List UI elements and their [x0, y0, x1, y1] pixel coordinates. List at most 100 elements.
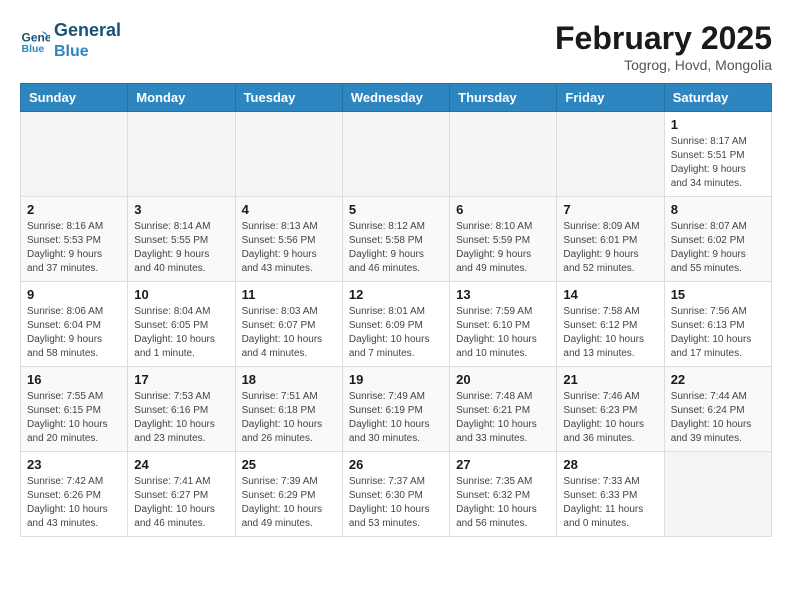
location-subtitle: Togrog, Hovd, Mongolia	[555, 57, 772, 73]
week-row-2: 2 Sunrise: 8:16 AM Sunset: 5:53 PM Daylig…	[21, 197, 772, 282]
day-number: 27	[456, 457, 550, 472]
logo-general: General	[54, 20, 121, 42]
calendar-cell: 9 Sunrise: 8:06 AM Sunset: 6:04 PM Daylig…	[21, 282, 128, 367]
day-number: 6	[456, 202, 550, 217]
day-number: 15	[671, 287, 765, 302]
calendar-cell: 22 Sunrise: 7:44 AM Sunset: 6:24 PM Dayli…	[664, 367, 771, 452]
day-info: Sunrise: 7:56 AM Sunset: 6:13 PM Dayligh…	[671, 305, 765, 361]
calendar-cell: 13 Sunrise: 7:59 AM Sunset: 6:10 PM Dayli…	[450, 282, 557, 367]
day-number: 10	[134, 287, 228, 302]
day-number: 20	[456, 372, 550, 387]
day-info: Sunrise: 7:51 AM Sunset: 6:18 PM Dayligh…	[242, 390, 336, 446]
weekday-header-row: SundayMondayTuesdayWednesdayThursdayFrid…	[21, 84, 772, 112]
calendar-cell: 2 Sunrise: 8:16 AM Sunset: 5:53 PM Daylig…	[21, 197, 128, 282]
calendar-cell: 18Sunrise: 7:51 AM Sunset: 6:18 PM Dayli…	[235, 367, 342, 452]
calendar-cell: 27 Sunrise: 7:35 AM Sunset: 6:32 PM Dayli…	[450, 452, 557, 537]
logo-icon: General Blue	[20, 25, 50, 55]
day-info: Sunrise: 8:04 AM Sunset: 6:05 PM Dayligh…	[134, 305, 228, 361]
calendar-cell: 7 Sunrise: 8:09 AM Sunset: 6:01 PM Daylig…	[557, 197, 664, 282]
calendar-cell: 4 Sunrise: 8:13 AM Sunset: 5:56 PM Daylig…	[235, 197, 342, 282]
day-number: 24	[134, 457, 228, 472]
day-info: Sunrise: 8:13 AM Sunset: 5:56 PM Dayligh…	[242, 220, 336, 276]
calendar-cell	[21, 112, 128, 197]
day-number: 12	[349, 287, 443, 302]
week-row-4: 16 Sunrise: 7:55 AM Sunset: 6:15 PM Dayli…	[21, 367, 772, 452]
weekday-header-friday: Friday	[557, 84, 664, 112]
weekday-header-saturday: Saturday	[664, 84, 771, 112]
day-info: Sunrise: 7:37 AM Sunset: 6:30 PM Dayligh…	[349, 475, 443, 531]
day-number: 2	[27, 202, 121, 217]
day-info: Sunrise: 8:10 AM Sunset: 5:59 PM Dayligh…	[456, 220, 550, 276]
day-info: Sunrise: 8:09 AM Sunset: 6:01 PM Dayligh…	[563, 220, 657, 276]
calendar-cell: 24 Sunrise: 7:41 AM Sunset: 6:27 PM Dayli…	[128, 452, 235, 537]
weekday-header-wednesday: Wednesday	[342, 84, 449, 112]
calendar-cell: 28Sunrise: 7:33 AM Sunset: 6:33 PM Dayli…	[557, 452, 664, 537]
day-info: Sunrise: 7:49 AM Sunset: 6:19 PM Dayligh…	[349, 390, 443, 446]
calendar-cell	[235, 112, 342, 197]
calendar-cell: 11 Sunrise: 8:03 AM Sunset: 6:07 PM Dayli…	[235, 282, 342, 367]
day-number: 23	[27, 457, 121, 472]
day-info: Sunrise: 7:59 AM Sunset: 6:10 PM Dayligh…	[456, 305, 550, 361]
day-info: Sunrise: 7:33 AM Sunset: 6:33 PM Dayligh…	[563, 475, 657, 531]
day-info: Sunrise: 8:07 AM Sunset: 6:02 PM Dayligh…	[671, 220, 765, 276]
day-info: Sunrise: 8:03 AM Sunset: 6:07 PM Dayligh…	[242, 305, 336, 361]
calendar-cell: 15 Sunrise: 7:56 AM Sunset: 6:13 PM Dayli…	[664, 282, 771, 367]
day-number: 21	[563, 372, 657, 387]
logo-blue: Blue	[54, 42, 121, 61]
day-info: Sunrise: 8:01 AM Sunset: 6:09 PM Dayligh…	[349, 305, 443, 361]
calendar-cell: 8 Sunrise: 8:07 AM Sunset: 6:02 PM Daylig…	[664, 197, 771, 282]
calendar-cell: 10 Sunrise: 8:04 AM Sunset: 6:05 PM Dayli…	[128, 282, 235, 367]
day-info: Sunrise: 7:41 AM Sunset: 6:27 PM Dayligh…	[134, 475, 228, 531]
calendar-cell	[342, 112, 449, 197]
day-number: 1	[671, 117, 765, 132]
day-info: Sunrise: 7:44 AM Sunset: 6:24 PM Dayligh…	[671, 390, 765, 446]
day-number: 7	[563, 202, 657, 217]
calendar-cell: 1Sunrise: 8:17 AM Sunset: 5:51 PM Daylig…	[664, 112, 771, 197]
day-info: Sunrise: 7:55 AM Sunset: 6:15 PM Dayligh…	[27, 390, 121, 446]
day-number: 13	[456, 287, 550, 302]
week-row-3: 9 Sunrise: 8:06 AM Sunset: 6:04 PM Daylig…	[21, 282, 772, 367]
weekday-header-tuesday: Tuesday	[235, 84, 342, 112]
calendar-cell: 3Sunrise: 8:14 AM Sunset: 5:55 PM Daylig…	[128, 197, 235, 282]
day-number: 11	[242, 287, 336, 302]
day-number: 4	[242, 202, 336, 217]
calendar-cell: 12 Sunrise: 8:01 AM Sunset: 6:09 PM Dayli…	[342, 282, 449, 367]
day-number: 16	[27, 372, 121, 387]
month-year-title: February 2025	[555, 20, 772, 57]
calendar-cell: 26 Sunrise: 7:37 AM Sunset: 6:30 PM Dayli…	[342, 452, 449, 537]
day-number: 5	[349, 202, 443, 217]
day-number: 8	[671, 202, 765, 217]
day-info: Sunrise: 7:53 AM Sunset: 6:16 PM Dayligh…	[134, 390, 228, 446]
day-info: Sunrise: 7:39 AM Sunset: 6:29 PM Dayligh…	[242, 475, 336, 531]
calendar-cell: 20 Sunrise: 7:48 AM Sunset: 6:21 PM Dayli…	[450, 367, 557, 452]
logo: General Blue General Blue	[20, 20, 121, 61]
svg-text:Blue: Blue	[22, 43, 45, 55]
calendar-cell	[664, 452, 771, 537]
calendar-cell: 6 Sunrise: 8:10 AM Sunset: 5:59 PM Daylig…	[450, 197, 557, 282]
week-row-5: 23 Sunrise: 7:42 AM Sunset: 6:26 PM Dayli…	[21, 452, 772, 537]
calendar-cell: 25 Sunrise: 7:39 AM Sunset: 6:29 PM Dayli…	[235, 452, 342, 537]
day-number: 9	[27, 287, 121, 302]
day-number: 25	[242, 457, 336, 472]
header: General Blue General Blue February 2025 …	[20, 20, 772, 73]
weekday-header-monday: Monday	[128, 84, 235, 112]
day-info: Sunrise: 7:35 AM Sunset: 6:32 PM Dayligh…	[456, 475, 550, 531]
day-info: Sunrise: 7:42 AM Sunset: 6:26 PM Dayligh…	[27, 475, 121, 531]
day-number: 14	[563, 287, 657, 302]
calendar-cell	[128, 112, 235, 197]
day-info: Sunrise: 7:46 AM Sunset: 6:23 PM Dayligh…	[563, 390, 657, 446]
day-info: Sunrise: 7:58 AM Sunset: 6:12 PM Dayligh…	[563, 305, 657, 361]
calendar-cell: 21 Sunrise: 7:46 AM Sunset: 6:23 PM Dayli…	[557, 367, 664, 452]
day-number: 17	[134, 372, 228, 387]
day-info: Sunrise: 8:16 AM Sunset: 5:53 PM Dayligh…	[27, 220, 121, 276]
weekday-header-sunday: Sunday	[21, 84, 128, 112]
weekday-header-thursday: Thursday	[450, 84, 557, 112]
day-info: Sunrise: 7:48 AM Sunset: 6:21 PM Dayligh…	[456, 390, 550, 446]
day-number: 22	[671, 372, 765, 387]
title-area: February 2025 Togrog, Hovd, Mongolia	[555, 20, 772, 73]
day-number: 19	[349, 372, 443, 387]
day-info: Sunrise: 8:06 AM Sunset: 6:04 PM Dayligh…	[27, 305, 121, 361]
calendar-cell	[450, 112, 557, 197]
calendar-cell: 23 Sunrise: 7:42 AM Sunset: 6:26 PM Dayli…	[21, 452, 128, 537]
day-number: 26	[349, 457, 443, 472]
